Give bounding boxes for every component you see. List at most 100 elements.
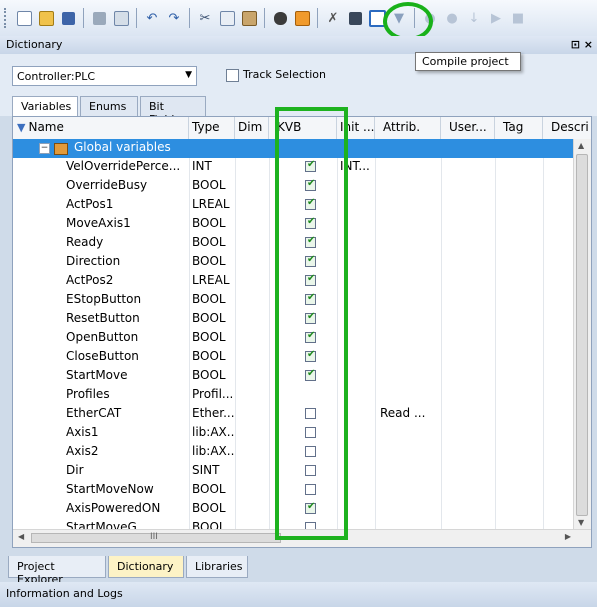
kvb-checkbox[interactable] bbox=[305, 349, 316, 362]
table-row[interactable]: EStopButton BOOL bbox=[13, 291, 575, 310]
toggle-icon[interactable] bbox=[293, 9, 311, 27]
kvb-checkbox[interactable] bbox=[305, 178, 316, 191]
variable-type: BOOL bbox=[192, 254, 226, 268]
table-row[interactable]: Dir SINT bbox=[13, 462, 575, 481]
collapse-icon[interactable]: − bbox=[39, 143, 50, 154]
tab-enums[interactable]: Enums bbox=[80, 96, 138, 116]
redo-icon[interactable]: ↷ bbox=[165, 9, 183, 27]
kvb-checkbox[interactable] bbox=[305, 197, 316, 210]
table-row[interactable]: StartMove BOOL bbox=[13, 367, 575, 386]
table-row[interactable]: AxisPoweredON BOOL bbox=[13, 500, 575, 519]
variable-init bbox=[337, 348, 375, 367]
column-name[interactable]: ▼ Name bbox=[13, 117, 189, 139]
scroll-grip: III bbox=[150, 532, 158, 542]
vertical-scrollbar[interactable]: ▲ ▼ bbox=[573, 139, 591, 529]
table-row[interactable]: MoveAxis1 BOOL bbox=[13, 215, 575, 234]
table-row[interactable]: ActPos2 LREAL bbox=[13, 272, 575, 291]
table-row[interactable]: Direction BOOL bbox=[13, 253, 575, 272]
compile-project-icon[interactable] bbox=[368, 9, 386, 27]
toolbar-grip[interactable] bbox=[4, 8, 9, 28]
table-row[interactable]: ActPos1 LREAL bbox=[13, 196, 575, 215]
find-icon[interactable] bbox=[271, 9, 289, 27]
vertical-scroll-thumb[interactable] bbox=[576, 154, 588, 516]
debug-icon[interactable]: ● bbox=[421, 9, 439, 27]
tab-libraries[interactable]: Libraries bbox=[186, 556, 248, 578]
information-and-logs-bar[interactable]: Information and Logs bbox=[0, 582, 597, 607]
new-icon[interactable] bbox=[15, 9, 33, 27]
kvb-checkbox[interactable] bbox=[305, 216, 316, 229]
variable-name: StartMove bbox=[66, 368, 128, 382]
tab-variables[interactable]: Variables bbox=[12, 96, 78, 116]
column-dim[interactable]: Dim bbox=[235, 117, 269, 139]
horizontal-scroll-thumb[interactable]: III bbox=[31, 532, 281, 543]
track-selection-checkbox[interactable] bbox=[226, 69, 239, 82]
dictionary-tabs: Variables Enums Bit Fields bbox=[0, 94, 597, 126]
undo-icon[interactable]: ↶ bbox=[143, 9, 161, 27]
copy-icon[interactable] bbox=[218, 9, 236, 27]
kvb-checkbox[interactable] bbox=[305, 427, 316, 438]
table-row[interactable]: Ready BOOL bbox=[13, 234, 575, 253]
scroll-right-icon[interactable]: ▶ bbox=[565, 532, 571, 541]
column-type[interactable]: Type bbox=[189, 117, 235, 139]
stop-icon[interactable]: ■ bbox=[509, 9, 527, 27]
table-row[interactable]: Axis2 lib:AX... bbox=[13, 443, 575, 462]
variable-name: OverrideBusy bbox=[66, 178, 148, 192]
print-icon[interactable] bbox=[90, 9, 108, 27]
open-icon[interactable] bbox=[37, 9, 55, 27]
scroll-down-icon[interactable]: ▼ bbox=[578, 518, 584, 527]
table-row[interactable]: Axis1 lib:AX... bbox=[13, 424, 575, 443]
kvb-checkbox[interactable] bbox=[305, 501, 316, 514]
kvb-checkbox[interactable] bbox=[305, 235, 316, 248]
variable-name: EStopButton bbox=[66, 292, 142, 306]
kvb-checkbox[interactable] bbox=[305, 311, 316, 324]
scroll-up-icon[interactable]: ▲ bbox=[578, 141, 584, 150]
kvb-checkbox[interactable] bbox=[305, 273, 316, 286]
step-icon[interactable]: ↓ bbox=[465, 9, 483, 27]
cut-icon[interactable]: ✂ bbox=[196, 9, 214, 27]
variable-attrib bbox=[377, 348, 441, 367]
build-icon[interactable]: ✗ bbox=[324, 9, 342, 27]
compile-list-icon[interactable] bbox=[346, 9, 364, 27]
kvb-checkbox[interactable] bbox=[305, 292, 316, 305]
kvb-checkbox[interactable] bbox=[305, 465, 316, 476]
tab-dictionary[interactable]: Dictionary bbox=[108, 556, 184, 578]
horizontal-scrollbar[interactable]: ◀ III ▶ bbox=[13, 529, 591, 547]
table-row[interactable]: StartMoveNow BOOL bbox=[13, 481, 575, 500]
column-user[interactable]: User... bbox=[441, 117, 495, 139]
column-description[interactable]: Descri bbox=[543, 117, 591, 139]
kvb-checkbox[interactable] bbox=[305, 368, 316, 381]
kvb-checkbox[interactable] bbox=[305, 446, 316, 457]
column-attrib[interactable]: Attrib. bbox=[375, 117, 441, 139]
table-row[interactable]: OverrideBusy BOOL bbox=[13, 177, 575, 196]
table-row[interactable]: OpenButton BOOL bbox=[13, 329, 575, 348]
panel-controls[interactable]: ⊡ × bbox=[571, 38, 593, 51]
kvb-checkbox[interactable] bbox=[305, 408, 316, 419]
paste-icon[interactable] bbox=[240, 9, 258, 27]
kvb-checkbox[interactable] bbox=[305, 254, 316, 267]
controller-combo[interactable]: Controller:PLC ▼ bbox=[12, 66, 197, 86]
table-row[interactable]: ResetButton BOOL bbox=[13, 310, 575, 329]
table-row[interactable]: VelOverridePerce... INT INT... bbox=[13, 158, 575, 177]
tab-bit-fields[interactable]: Bit Fields bbox=[140, 96, 206, 126]
kvb-checkbox[interactable] bbox=[305, 159, 316, 172]
group-row-global-variables[interactable]: − Global variables bbox=[13, 139, 575, 158]
kvb-checkbox[interactable] bbox=[305, 484, 316, 495]
variable-init bbox=[337, 329, 375, 348]
column-tag[interactable]: Tag bbox=[495, 117, 543, 139]
table-row[interactable]: Profiles Profil... bbox=[13, 386, 575, 405]
variable-attrib bbox=[377, 196, 441, 215]
variable-type: SINT bbox=[192, 463, 220, 477]
filter-icon[interactable]: ▼ bbox=[17, 121, 25, 134]
print-preview-icon[interactable] bbox=[112, 9, 130, 27]
compile-next-icon[interactable]: ▼ bbox=[390, 9, 408, 27]
run-icon[interactable]: ▶ bbox=[487, 9, 505, 27]
tab-project-explorer[interactable]: Project Explorer bbox=[8, 556, 106, 586]
debug2-icon[interactable]: ● bbox=[443, 9, 461, 27]
column-init[interactable]: Init ... bbox=[337, 117, 375, 139]
table-row[interactable]: EtherCAT Ether... Read ... bbox=[13, 405, 575, 424]
column-kvb[interactable]: KVB bbox=[269, 117, 337, 139]
scroll-left-icon[interactable]: ◀ bbox=[18, 532, 24, 541]
save-icon[interactable] bbox=[59, 9, 77, 27]
kvb-checkbox[interactable] bbox=[305, 330, 316, 343]
table-row[interactable]: CloseButton BOOL bbox=[13, 348, 575, 367]
